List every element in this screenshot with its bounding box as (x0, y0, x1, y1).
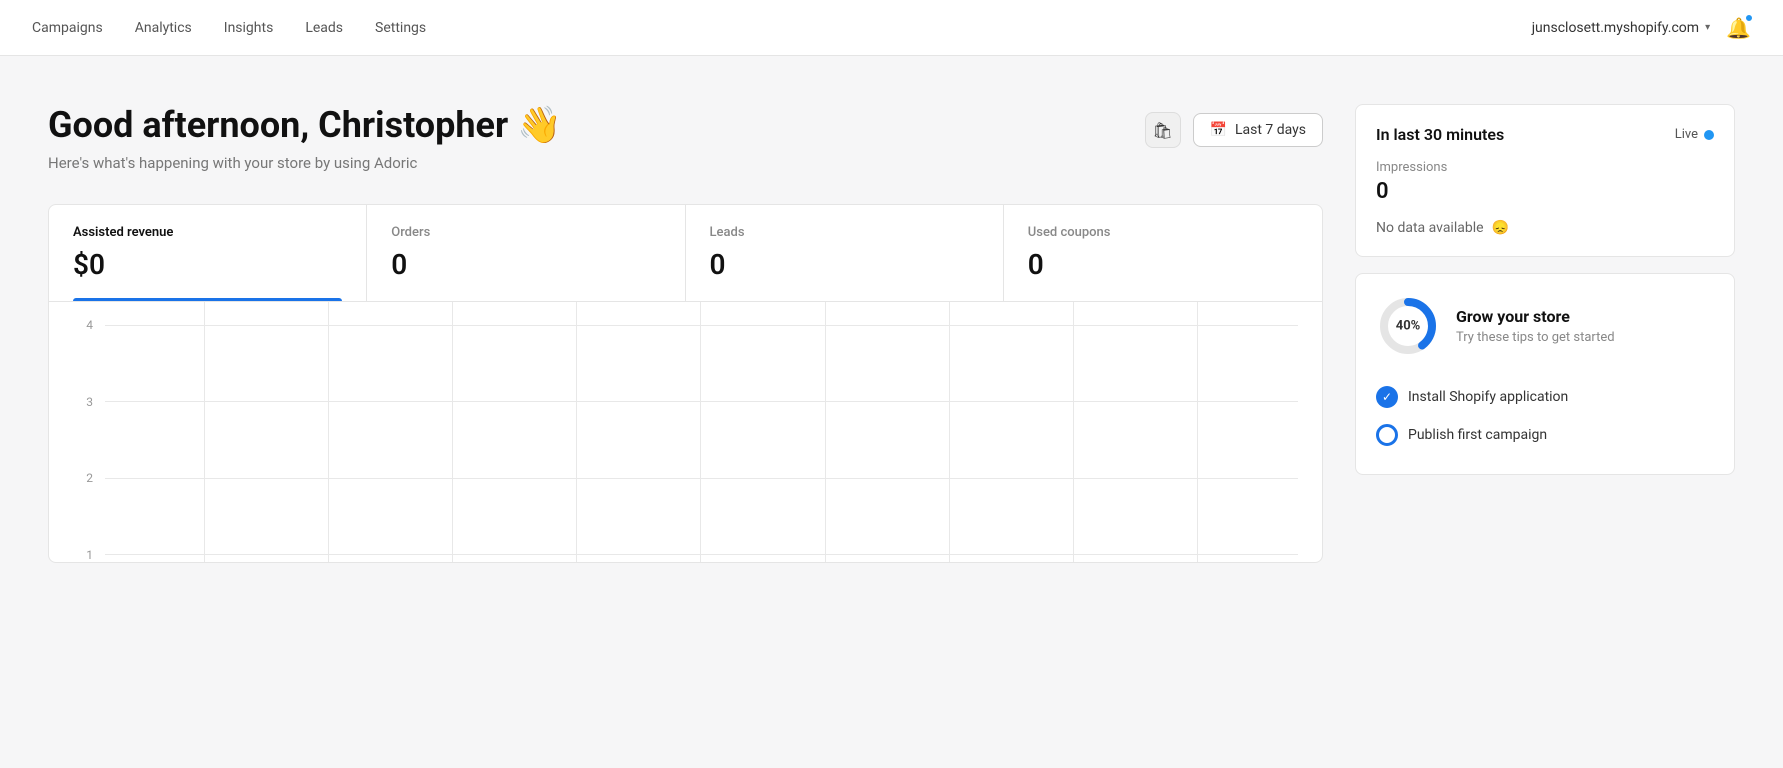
stat-assisted-revenue[interactable]: Assisted revenue $0 (49, 205, 367, 301)
nav-campaigns[interactable]: Campaigns (32, 16, 103, 40)
grow-subtitle: Try these tips to get started (1456, 330, 1615, 345)
greeting-title: Good afternoon, Christopher 👋 (48, 104, 562, 146)
right-sidebar: In last 30 minutes Live Impressions 0 No… (1355, 104, 1735, 563)
tip-publish-label: Publish first campaign (1408, 427, 1547, 443)
stat-label-assisted-revenue: Assisted revenue (73, 225, 342, 240)
chart-col-7 (826, 302, 950, 562)
stat-label-leads: Leads (710, 225, 979, 240)
notification-badge (1744, 13, 1754, 23)
main-wrapper: Good afternoon, Christopher 👋 Here's wha… (0, 56, 1783, 563)
chart-columns (81, 302, 1322, 562)
stat-label-used-coupons: Used coupons (1028, 225, 1298, 240)
nav-leads[interactable]: Leads (305, 16, 343, 40)
impressions-label: Impressions (1376, 160, 1714, 175)
store-logo-icon: 🛍 (1152, 121, 1172, 140)
stat-value-orders: 0 (391, 248, 660, 281)
tip-check-icon: ✓ (1376, 386, 1398, 408)
stat-label-orders: Orders (391, 225, 660, 240)
nav-insights[interactable]: Insights (224, 16, 274, 40)
nav-links: Campaigns Analytics Insights Leads Setti… (32, 16, 426, 40)
stat-value-leads: 0 (710, 248, 979, 281)
sad-face-icon: 😞 (1492, 220, 1509, 236)
chart-area: 4 3 2 1 (49, 302, 1322, 562)
live-badge: Live (1675, 127, 1714, 142)
chart-col-3 (329, 302, 453, 562)
no-data-text: No data available (1376, 220, 1484, 236)
grow-card: 40% Grow your store Try these tips to ge… (1355, 273, 1735, 475)
chart-col-10 (1198, 302, 1322, 562)
chart-col-6 (701, 302, 825, 562)
tip-install-label: Install Shopify application (1408, 389, 1568, 405)
chart-col-1 (81, 302, 205, 562)
nav-settings[interactable]: Settings (375, 16, 426, 40)
stat-value-assisted-revenue: $0 (73, 248, 342, 281)
store-icon-button[interactable]: 🛍 (1145, 112, 1181, 148)
tip-install: ✓ Install Shopify application (1376, 378, 1714, 416)
greeting-section: Good afternoon, Christopher 👋 Here's wha… (48, 104, 1323, 172)
chevron-down-icon: ▾ (1705, 22, 1710, 33)
nav-analytics[interactable]: Analytics (135, 16, 192, 40)
greeting-subtitle: Here's what's happening with your store … (48, 154, 562, 172)
date-range-label: Last 7 days (1235, 122, 1306, 138)
grow-header: 40% Grow your store Try these tips to ge… (1376, 294, 1714, 358)
chart-col-5 (577, 302, 701, 562)
calendar-icon: 📅 (1210, 122, 1227, 138)
stats-card: Assisted revenue $0 Orders 0 Leads 0 Use… (48, 204, 1323, 563)
nav-right: junsclosett.myshopify.com ▾ 🔔 (1532, 16, 1751, 40)
live-card-title: In last 30 minutes (1376, 125, 1504, 144)
store-name: junsclosett.myshopify.com (1532, 20, 1699, 36)
tip-publish: Publish first campaign (1376, 416, 1714, 454)
grow-title: Grow your store (1456, 307, 1615, 326)
bell-icon[interactable]: 🔔 (1726, 16, 1751, 40)
stat-active-indicator (73, 298, 342, 301)
store-selector[interactable]: junsclosett.myshopify.com ▾ (1532, 20, 1710, 36)
impressions-value: 0 (1376, 179, 1714, 204)
stats-row: Assisted revenue $0 Orders 0 Leads 0 Use… (49, 205, 1322, 302)
stat-orders[interactable]: Orders 0 (367, 205, 685, 301)
date-range-button[interactable]: 📅 Last 7 days (1193, 113, 1323, 147)
stat-leads[interactable]: Leads 0 (686, 205, 1004, 301)
live-card: In last 30 minutes Live Impressions 0 No… (1355, 104, 1735, 257)
topnav: Campaigns Analytics Insights Leads Setti… (0, 0, 1783, 56)
stat-used-coupons[interactable]: Used coupons 0 (1004, 205, 1322, 301)
donut-chart: 40% (1376, 294, 1440, 358)
left-content: Good afternoon, Christopher 👋 Here's wha… (48, 104, 1323, 563)
chart-col-9 (1074, 302, 1198, 562)
live-card-header: In last 30 minutes Live (1376, 125, 1714, 144)
grow-text: Grow your store Try these tips to get st… (1456, 307, 1615, 345)
live-dot-icon (1704, 130, 1714, 140)
no-data-row: No data available 😞 (1376, 220, 1714, 236)
chart-col-2 (205, 302, 329, 562)
stat-value-used-coupons: 0 (1028, 248, 1298, 281)
greeting-text: Good afternoon, Christopher 👋 Here's wha… (48, 104, 562, 172)
tip-partial-icon (1376, 424, 1398, 446)
chart-col-4 (453, 302, 577, 562)
donut-label: 40% (1396, 319, 1421, 334)
greeting-actions: 🛍 📅 Last 7 days (1145, 112, 1323, 148)
chart-col-8 (950, 302, 1074, 562)
live-label: Live (1675, 127, 1698, 142)
